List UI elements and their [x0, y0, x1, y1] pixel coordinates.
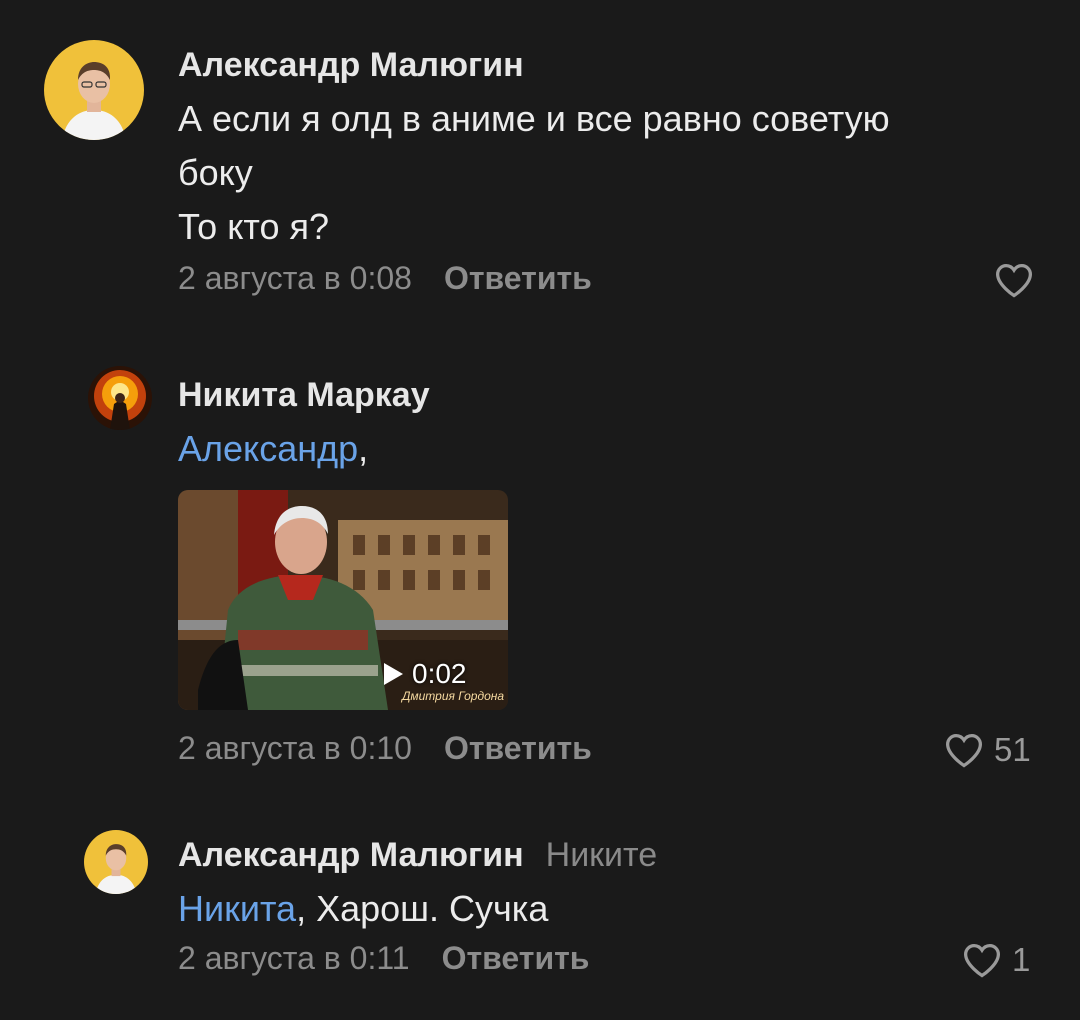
like-count: 1	[1012, 941, 1031, 978]
comment-author-name[interactable]: Александр Малюгин	[178, 836, 524, 874]
comment-meta: 2 августа в 0:11 Ответить	[178, 940, 589, 977]
comment-text: А если я олд в аниме и все равно советую…	[178, 92, 890, 254]
reply-to-label[interactable]: Никите	[546, 836, 658, 874]
play-icon	[384, 663, 403, 685]
comment-text: Никита, Харош. Сучка	[178, 882, 548, 936]
comment-author: Александр Малюгин Никите	[178, 836, 657, 875]
comment-meta: 2 августа в 0:08 Ответить	[178, 260, 592, 297]
mention-link[interactable]: Александр	[178, 428, 358, 469]
avatar[interactable]	[44, 40, 144, 140]
like-count: 51	[994, 731, 1031, 768]
like-button[interactable]: 1	[962, 941, 1030, 979]
like-button[interactable]	[994, 262, 1044, 298]
like-button[interactable]: 51	[944, 731, 1031, 769]
avatar[interactable]	[84, 830, 148, 894]
comment-author[interactable]: Никита Маркау	[178, 376, 430, 415]
mention-link[interactable]: Никита	[178, 888, 296, 929]
video-duration-text: 0:02	[412, 658, 467, 689]
heart-outline-icon	[945, 733, 983, 768]
avatar[interactable]	[88, 366, 152, 430]
mention-suffix: ,	[358, 428, 369, 469]
comment-text-line: То кто я?	[178, 206, 329, 247]
reply-button[interactable]: Ответить	[442, 940, 590, 976]
comment-date: 2 августа в 0:11	[178, 940, 410, 976]
comment-text-line: А если я олд в аниме и все равно советую	[178, 98, 890, 139]
comment-author[interactable]: Александр Малюгин	[178, 46, 524, 85]
comment-text: Александр,	[178, 422, 368, 476]
comment-date: 2 августа в 0:10	[178, 730, 412, 766]
reply-button[interactable]: Ответить	[444, 260, 592, 296]
comment-date: 2 августа в 0:08	[178, 260, 412, 296]
reply-button[interactable]: Ответить	[444, 730, 592, 766]
comment-meta: 2 августа в 0:10 Ответить	[178, 730, 592, 767]
video-attachment[interactable]: Дмитрия Гордона 0:02	[178, 490, 508, 710]
comment-text-line: боку	[178, 152, 253, 193]
heart-outline-icon	[963, 943, 1001, 978]
video-caption: Дмитрия Гордона	[400, 689, 504, 703]
video-duration: 0:02	[382, 658, 467, 690]
heart-outline-icon	[995, 263, 1033, 298]
comment-text-rest: , Харош. Сучка	[296, 888, 549, 929]
